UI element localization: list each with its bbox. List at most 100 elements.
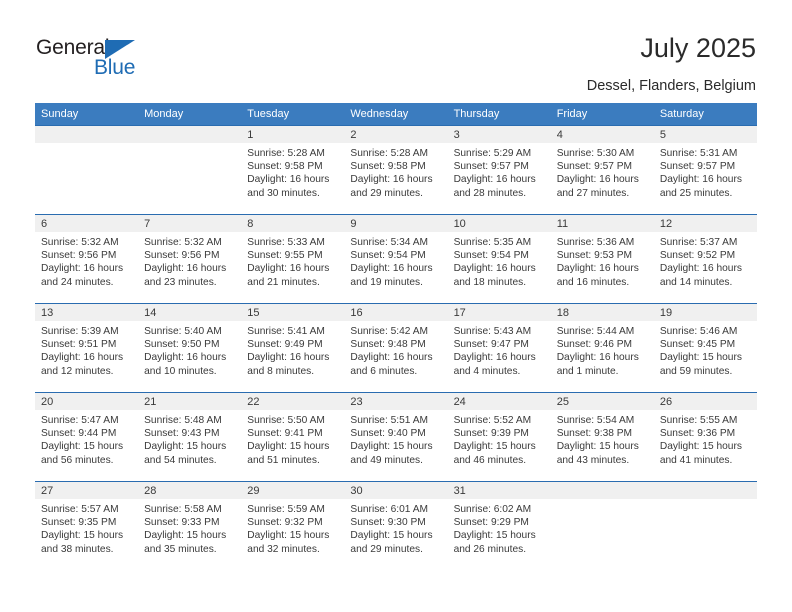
- daylight-text-line2: and 29 minutes.: [350, 187, 423, 199]
- daylight-text-line2: and 54 minutes.: [144, 454, 217, 466]
- sunset-text: Sunset: 9:46 PM: [556, 339, 633, 351]
- sunrise-text: Sunrise: 5:31 AM: [659, 148, 738, 159]
- calendar-day-cell[interactable]: 11 Sunrise: 5:36 AM Sunset: 9:53 PM Dayligh…: [550, 214, 654, 304]
- daylight-text-line1: Daylight: 16 hours: [556, 174, 639, 186]
- calendar-day-cell-empty: [550, 481, 654, 571]
- calendar-day-cell[interactable]: 23 Sunrise: 5:51 AM Sunset: 9:40 PM Dayligh…: [344, 392, 448, 482]
- sunrise-text: Sunrise: 5:50 AM: [247, 415, 325, 426]
- day-details: Sunrise: 5:30 AM Sunset: 9:57 PM Daylight:…: [551, 143, 654, 200]
- calendar-day-cell[interactable]: 17 Sunrise: 5:43 AM Sunset: 9:47 PM Dayligh…: [447, 303, 551, 393]
- daylight-text-line1: Daylight: 15 hours: [453, 441, 536, 453]
- sunrise-text: Sunrise: 5:52 AM: [453, 415, 532, 426]
- calendar-day-cell[interactable]: 31 Sunrise: 6:02 AM Sunset: 9:29 PM Dayligh…: [447, 481, 551, 571]
- calendar-week-row: 27 Sunrise: 5:57 AM Sunset: 9:35 PM Dayligh…: [35, 481, 757, 571]
- sunset-text: Sunset: 9:35 PM: [41, 517, 117, 529]
- sunset-text: Sunset: 9:58 PM: [350, 161, 426, 173]
- calendar-day-cell[interactable]: 1 Sunrise: 5:28 AM Sunset: 9:58 PM Daylight…: [241, 125, 345, 215]
- calendar-day-cell[interactable]: 5 Sunrise: 5:31 AM Sunset: 9:57 PM Daylight…: [653, 125, 757, 215]
- day-details: Sunrise: 5:57 AM Sunset: 9:35 PM Daylight:…: [35, 499, 138, 556]
- calendar-day-cell[interactable]: 9 Sunrise: 5:34 AM Sunset: 9:54 PM Daylight…: [344, 214, 448, 304]
- day-number: 28: [138, 482, 242, 499]
- day-number: 16: [344, 304, 448, 321]
- sunset-text: Sunset: 9:54 PM: [453, 250, 529, 262]
- day-details: Sunrise: 6:02 AM Sunset: 9:29 PM Daylight:…: [448, 499, 551, 556]
- weekday-header-row: Sunday Monday Tuesday Wednesday Thursday…: [35, 103, 757, 126]
- calendar-day-cell[interactable]: 20 Sunrise: 5:47 AM Sunset: 9:44 PM Dayligh…: [35, 392, 139, 482]
- calendar-day-cell[interactable]: 4 Sunrise: 5:30 AM Sunset: 9:57 PM Daylight…: [550, 125, 654, 215]
- month-calendar-table: Sunday Monday Tuesday Wednesday Thursday…: [35, 103, 757, 571]
- calendar-day-cell[interactable]: 15 Sunrise: 5:41 AM Sunset: 9:49 PM Dayligh…: [241, 303, 345, 393]
- daylight-text-line1: Daylight: 15 hours: [247, 530, 330, 542]
- day-number: 23: [344, 393, 448, 410]
- calendar-day-cell[interactable]: 16 Sunrise: 5:42 AM Sunset: 9:48 PM Dayligh…: [344, 303, 448, 393]
- day-details: Sunrise: 5:39 AM Sunset: 9:51 PM Daylight:…: [35, 321, 138, 378]
- sunrise-text: Sunrise: 5:30 AM: [556, 148, 635, 159]
- calendar-day-cell[interactable]: 26 Sunrise: 5:55 AM Sunset: 9:36 PM Dayligh…: [653, 392, 757, 482]
- calendar-day-cell[interactable]: 24 Sunrise: 5:52 AM Sunset: 9:39 PM Dayligh…: [447, 392, 551, 482]
- calendar-day-cell[interactable]: 10 Sunrise: 5:35 AM Sunset: 9:54 PM Dayligh…: [447, 214, 551, 304]
- weekday-header-friday: Friday: [550, 103, 654, 126]
- daylight-text-line2: and 46 minutes.: [453, 454, 527, 466]
- daylight-text-line2: and 26 minutes.: [453, 543, 527, 555]
- sunset-text: Sunset: 9:40 PM: [350, 428, 426, 440]
- daylight-text-line1: Daylight: 15 hours: [453, 530, 536, 542]
- calendar-day-cell[interactable]: 29 Sunrise: 5:59 AM Sunset: 9:32 PM Dayligh…: [241, 481, 345, 571]
- daylight-text-line2: and 1 minute.: [556, 365, 619, 377]
- daylight-text-line2: and 41 minutes.: [659, 454, 733, 466]
- sunrise-text: Sunrise: 5:54 AM: [556, 415, 635, 426]
- calendar-day-cell[interactable]: 6 Sunrise: 5:32 AM Sunset: 9:56 PM Daylight…: [35, 214, 139, 304]
- daylight-text-line2: and 35 minutes.: [144, 543, 217, 555]
- calendar-day-cell[interactable]: 19 Sunrise: 5:46 AM Sunset: 9:45 PM Dayligh…: [653, 303, 757, 393]
- sunset-text: Sunset: 9:56 PM: [144, 250, 220, 262]
- sunset-text: Sunset: 9:48 PM: [350, 339, 426, 351]
- sunset-text: Sunset: 9:57 PM: [453, 161, 529, 173]
- sunrise-text: Sunrise: 5:40 AM: [144, 326, 222, 337]
- calendar-week-row: 13 Sunrise: 5:39 AM Sunset: 9:51 PM Dayligh…: [35, 303, 757, 393]
- daylight-text-line2: and 27 minutes.: [556, 187, 630, 199]
- calendar-day-cell[interactable]: 14 Sunrise: 5:40 AM Sunset: 9:50 PM Dayligh…: [138, 303, 242, 393]
- day-number: 17: [447, 304, 551, 321]
- day-details: Sunrise: 5:36 AM Sunset: 9:53 PM Daylight:…: [551, 232, 654, 289]
- calendar-day-cell[interactable]: 2 Sunrise: 5:28 AM Sunset: 9:58 PM Daylight…: [344, 125, 448, 215]
- calendar-day-cell[interactable]: 27 Sunrise: 5:57 AM Sunset: 9:35 PM Dayligh…: [35, 481, 139, 571]
- calendar-day-cell[interactable]: 25 Sunrise: 5:54 AM Sunset: 9:38 PM Dayligh…: [550, 392, 654, 482]
- daylight-text-line1: Daylight: 15 hours: [350, 530, 433, 542]
- daylight-text-line1: Daylight: 16 hours: [41, 263, 124, 275]
- sunset-text: Sunset: 9:49 PM: [247, 339, 323, 351]
- calendar-day-cell[interactable]: 3 Sunrise: 5:29 AM Sunset: 9:57 PM Daylight…: [447, 125, 551, 215]
- calendar-week-row: 20 Sunrise: 5:47 AM Sunset: 9:44 PM Dayligh…: [35, 392, 757, 482]
- calendar-day-cell[interactable]: 28 Sunrise: 5:58 AM Sunset: 9:33 PM Dayligh…: [138, 481, 242, 571]
- day-number: 9: [344, 215, 448, 232]
- day-details: Sunrise: 5:59 AM Sunset: 9:32 PM Daylight:…: [241, 499, 344, 556]
- day-details: Sunrise: 5:48 AM Sunset: 9:43 PM Daylight:…: [138, 410, 241, 467]
- daylight-text-line2: and 19 minutes.: [350, 276, 423, 288]
- daylight-text-line1: Daylight: 16 hours: [247, 352, 330, 364]
- weekday-header-monday: Monday: [138, 103, 242, 126]
- daylight-text-line1: Daylight: 15 hours: [144, 441, 227, 453]
- daylight-text-line1: Daylight: 15 hours: [41, 441, 124, 453]
- day-number: 25: [550, 393, 654, 410]
- day-number: 30: [344, 482, 448, 499]
- daylight-text-line2: and 18 minutes.: [453, 276, 527, 288]
- day-number: 4: [550, 126, 654, 143]
- calendar-day-cell[interactable]: 7 Sunrise: 5:32 AM Sunset: 9:56 PM Daylight…: [138, 214, 242, 304]
- daylight-text-line1: Daylight: 16 hours: [247, 263, 330, 275]
- sunrise-text: Sunrise: 5:51 AM: [350, 415, 429, 426]
- calendar-day-cell[interactable]: 21 Sunrise: 5:48 AM Sunset: 9:43 PM Dayligh…: [138, 392, 242, 482]
- calendar-day-cell[interactable]: 8 Sunrise: 5:33 AM Sunset: 9:55 PM Daylight…: [241, 214, 345, 304]
- calendar-day-cell[interactable]: 12 Sunrise: 5:37 AM Sunset: 9:52 PM Dayligh…: [653, 214, 757, 304]
- calendar-day-cell[interactable]: 30 Sunrise: 6:01 AM Sunset: 9:30 PM Dayligh…: [344, 481, 448, 571]
- sunrise-text: Sunrise: 5:37 AM: [659, 237, 738, 248]
- day-number: [550, 482, 654, 499]
- sunrise-text: Sunrise: 5:47 AM: [41, 415, 119, 426]
- calendar-day-cell[interactable]: 22 Sunrise: 5:50 AM Sunset: 9:41 PM Dayligh…: [241, 392, 345, 482]
- sunrise-text: Sunrise: 5:59 AM: [247, 504, 325, 515]
- calendar-day-cell[interactable]: 18 Sunrise: 5:44 AM Sunset: 9:46 PM Dayligh…: [550, 303, 654, 393]
- daylight-text-line2: and 59 minutes.: [659, 365, 733, 377]
- sunset-text: Sunset: 9:58 PM: [247, 161, 323, 173]
- daylight-text-line2: and 29 minutes.: [350, 543, 423, 555]
- sunset-text: Sunset: 9:50 PM: [144, 339, 220, 351]
- sunrise-text: Sunrise: 5:29 AM: [453, 148, 532, 159]
- day-details: Sunrise: 5:32 AM Sunset: 9:56 PM Daylight:…: [35, 232, 138, 289]
- calendar-day-cell[interactable]: 13 Sunrise: 5:39 AM Sunset: 9:51 PM Dayligh…: [35, 303, 139, 393]
